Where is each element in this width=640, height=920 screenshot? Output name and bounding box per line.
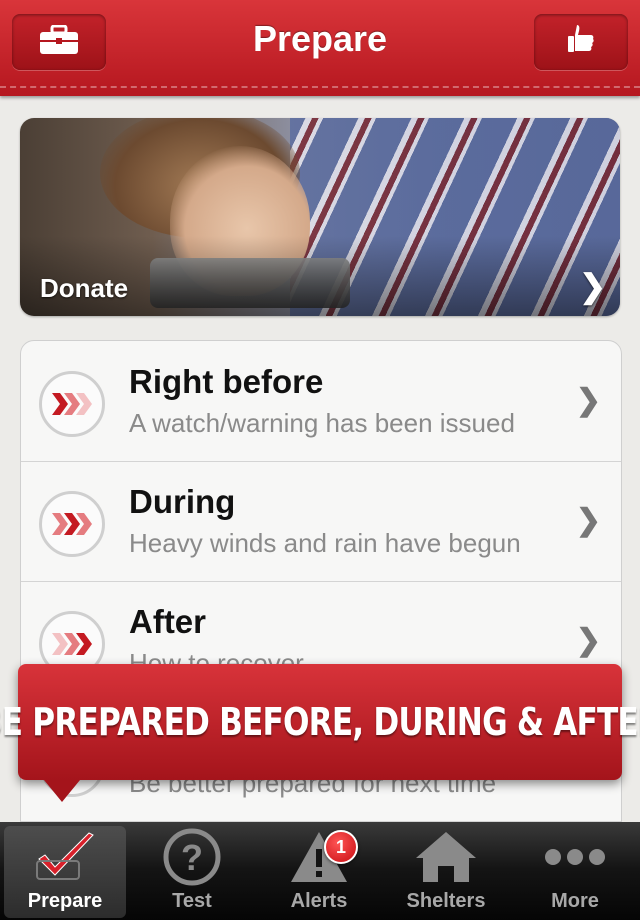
svg-text:?: ? [181, 837, 203, 878]
tab-label: Prepare [27, 890, 103, 912]
list-item-right-before[interactable]: Right before A watch/warning has been is… [21, 341, 621, 462]
arrows-icon [39, 371, 105, 437]
list-item-title: Right before [129, 363, 324, 400]
chevron-right-icon: ❯ [575, 384, 601, 417]
tab-more[interactable]: More [514, 826, 636, 918]
list-item-title: During [129, 483, 236, 520]
tab-alerts[interactable]: 1 Alerts [258, 826, 380, 918]
tab-test[interactable]: ? Test [131, 826, 253, 918]
list-item-during[interactable]: During Heavy winds and rain have begun ❯ [21, 461, 621, 582]
tab-label: Test [172, 890, 212, 912]
like-button[interactable] [534, 14, 628, 70]
arrows-icon [39, 491, 105, 557]
donate-banner[interactable]: Donate ❯ [20, 118, 620, 316]
tab-bar: Prepare ? Test 1 Alerts Shelters More [0, 822, 640, 920]
tab-label: Alerts [290, 890, 348, 912]
question-icon: ? [163, 826, 221, 888]
house-icon [414, 826, 478, 888]
thumbs-up-icon [567, 23, 595, 62]
nav-bar: Prepare [0, 0, 640, 96]
list-item-subtitle: A watch/warning has been issued [129, 408, 515, 438]
alerts-badge: 1 [324, 830, 358, 864]
phase-list: Right before A watch/warning has been is… [20, 340, 622, 862]
chevron-right-icon: ❯ [579, 268, 606, 304]
more-dots-icon [543, 826, 607, 888]
tab-label: Shelters [406, 890, 486, 912]
chevron-right-icon: ❯ [575, 504, 601, 537]
tip-banner-pointer [44, 780, 80, 802]
chevron-right-icon: ❯ [575, 624, 601, 657]
donate-label: Donate [40, 273, 129, 303]
tip-banner[interactable]: BE PREPARED BEFORE, DURING & AFTER [0, 664, 640, 802]
tip-banner-text: BE PREPARED BEFORE, DURING & AFTER [0, 700, 640, 744]
list-item-title: After [129, 603, 207, 640]
list-item-subtitle: Heavy winds and rain have begun [129, 528, 521, 558]
tab-shelters[interactable]: Shelters [385, 826, 507, 918]
checkmark-icon [33, 826, 97, 888]
tab-label: More [551, 890, 599, 912]
tab-prepare[interactable]: Prepare [4, 826, 126, 918]
